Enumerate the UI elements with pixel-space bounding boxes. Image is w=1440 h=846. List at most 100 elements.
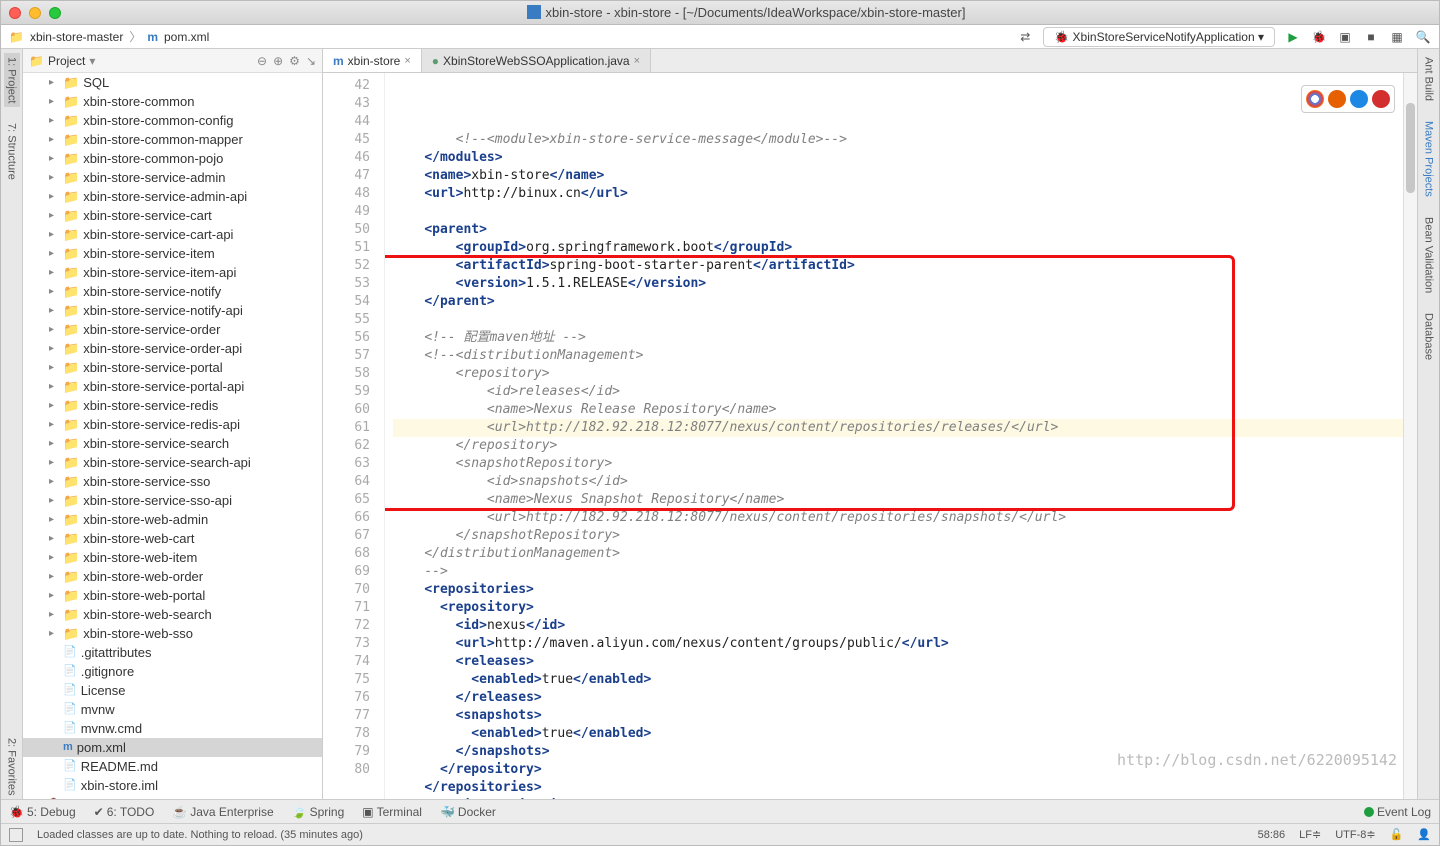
code-line[interactable]: </modules> — [393, 149, 1417, 167]
code-line[interactable]: <pluginRepositories> — [393, 797, 1417, 799]
code-line[interactable]: </snapshotRepository> — [393, 527, 1417, 545]
tool-spring[interactable]: 🍃Spring — [292, 805, 345, 819]
tree-item[interactable]: ▸📁xbin-store-service-notify — [23, 282, 322, 301]
tree-item[interactable]: 📄mvnw — [23, 700, 322, 719]
tree-item[interactable]: ▸📁xbin-store-web-admin — [23, 510, 322, 529]
code-line[interactable]: </releases> — [393, 689, 1417, 707]
tree-item[interactable]: 📄README.md — [23, 757, 322, 776]
select-opened-icon[interactable]: ⊕ — [273, 54, 283, 68]
tree-item[interactable]: ▸📁xbin-store-service-admin — [23, 168, 322, 187]
code-line[interactable]: <name>Nexus Snapshot Repository</name> — [393, 491, 1417, 509]
tree-item[interactable]: mpom.xml — [23, 738, 322, 757]
code-line[interactable] — [393, 311, 1417, 329]
tree-item[interactable]: ▸📁xbin-store-common — [23, 92, 322, 111]
code-line[interactable]: </repositories> — [393, 779, 1417, 797]
close-icon[interactable] — [9, 7, 21, 19]
tree-item[interactable]: 📄xbin-store.iml — [23, 776, 322, 795]
code-line[interactable]: <!--<distributionManagement> — [393, 347, 1417, 365]
tree-item[interactable]: ▸📁xbin-store-common-mapper — [23, 130, 322, 149]
close-icon[interactable]: × — [404, 55, 410, 67]
tree-item[interactable]: ▸📁xbin-store-service-sso — [23, 472, 322, 491]
tree-item[interactable]: ▸📁xbin-store-service-cart-api — [23, 225, 322, 244]
code-line[interactable]: <version>1.5.1.RELEASE</version> — [393, 275, 1417, 293]
minimize-icon[interactable] — [29, 7, 41, 19]
code-line[interactable]: </repository> — [393, 437, 1417, 455]
vertical-scrollbar[interactable] — [1403, 73, 1417, 799]
lock-icon[interactable]: 🔓 — [1390, 828, 1404, 841]
tree-item[interactable]: ▸📁xbin-store-service-redis — [23, 396, 322, 415]
editor-body[interactable]: 4243444546474849505152535455565758596061… — [323, 73, 1417, 799]
code-line[interactable]: <groupId>org.springframework.boot</group… — [393, 239, 1417, 257]
tree-item[interactable]: ▸📁xbin-store-service-portal-api — [23, 377, 322, 396]
tab-pom-xml[interactable]: m xbin-store × — [323, 49, 422, 72]
run-config-dropdown[interactable]: 🐞 XbinStoreServiceNotifyApplication ▾ — [1043, 27, 1275, 47]
tree-item[interactable]: ▸📁xbin-store-web-cart — [23, 529, 322, 548]
run-icon[interactable]: ▶ — [1285, 29, 1301, 45]
tree-item[interactable]: ▸📁xbin-store-service-search-api — [23, 453, 322, 472]
code-line[interactable]: <url>http://182.92.218.12:8077/nexus/con… — [393, 509, 1417, 527]
tree-item[interactable]: ▸📁SQL — [23, 73, 322, 92]
breadcrumb-file[interactable]: pom.xml — [164, 30, 209, 44]
code-line[interactable]: <snapshots> — [393, 707, 1417, 725]
code-line[interactable]: </parent> — [393, 293, 1417, 311]
tool-bean-validation[interactable]: Bean Validation — [1421, 213, 1437, 297]
stop-icon[interactable]: ■ — [1363, 29, 1379, 45]
maximize-icon[interactable] — [49, 7, 61, 19]
tree-item[interactable]: 📄mvnw.cmd — [23, 719, 322, 738]
tree-item[interactable]: ▸📁xbin-store-service-order — [23, 320, 322, 339]
code-line[interactable]: <enabled>true</enabled> — [393, 671, 1417, 689]
firefox-icon[interactable] — [1328, 90, 1346, 108]
search-icon[interactable]: 🔍 — [1415, 29, 1431, 45]
tree-item[interactable]: ▸📁xbin-store-service-order-api — [23, 339, 322, 358]
tool-ant-build[interactable]: Ant Build — [1421, 53, 1437, 105]
code-line[interactable]: <repositories> — [393, 581, 1417, 599]
tree-item[interactable]: ▸📁xbin-store-service-cart — [23, 206, 322, 225]
file-encoding[interactable]: UTF-8≑ — [1335, 828, 1375, 841]
event-log[interactable]: Event Log — [1364, 805, 1431, 819]
close-icon[interactable]: × — [634, 55, 640, 67]
tool-java-ee[interactable]: ☕Java Enterprise — [172, 805, 273, 819]
code-line[interactable]: <enabled>true</enabled> — [393, 725, 1417, 743]
tool-structure[interactable]: 7: Structure — [4, 119, 20, 184]
sync-icon[interactable]: ⇄ — [1017, 29, 1033, 45]
breadcrumb-root[interactable]: xbin-store-master — [30, 30, 123, 44]
code-line[interactable]: <parent> — [393, 221, 1417, 239]
debug-icon[interactable]: 🐞 — [1311, 29, 1327, 45]
line-ending[interactable]: LF≑ — [1299, 828, 1321, 841]
structure-icon[interactable]: ▦ — [1389, 29, 1405, 45]
tool-terminal[interactable]: ▣Terminal — [362, 805, 422, 819]
code-line[interactable]: <artifactId>spring-boot-starter-parent</… — [393, 257, 1417, 275]
code-line[interactable]: <!-- 配置maven地址 --> — [393, 329, 1417, 347]
tool-debug[interactable]: 🐞5: Debug — [9, 805, 76, 819]
code-line[interactable]: </distributionManagement> — [393, 545, 1417, 563]
tree-item[interactable]: ▸📁xbin-store-service-notify-api — [23, 301, 322, 320]
coverage-icon[interactable]: ▣ — [1337, 29, 1353, 45]
tree-item[interactable]: 📄.gitignore — [23, 662, 322, 681]
tree-item[interactable]: ▸📁xbin-store-service-search — [23, 434, 322, 453]
opera-icon[interactable] — [1372, 90, 1390, 108]
code-line[interactable]: <repository> — [393, 599, 1417, 617]
code-line[interactable]: <id>nexus</id> — [393, 617, 1417, 635]
code-line[interactable]: <snapshotRepository> — [393, 455, 1417, 473]
code-line[interactable]: </snapshots> — [393, 743, 1417, 761]
tree-item[interactable]: ▸📁xbin-store-common-pojo — [23, 149, 322, 168]
tool-docker[interactable]: 🐳Docker — [440, 805, 496, 819]
tree-item[interactable]: ▸📁xbin-store-web-search — [23, 605, 322, 624]
code-content[interactable]: <!--<module>xbin-store-service-message</… — [385, 73, 1417, 799]
code-line[interactable]: --> — [393, 563, 1417, 581]
tree-item[interactable]: 📄License — [23, 681, 322, 700]
tree-item[interactable]: ▸📁xbin-store-service-item — [23, 244, 322, 263]
cursor-position[interactable]: 58:86 — [1258, 829, 1286, 841]
tab-sso-app[interactable]: ● XbinStoreWebSSOApplication.java × — [422, 49, 651, 72]
code-line[interactable]: </repository> — [393, 761, 1417, 779]
code-line[interactable]: <name>Nexus Release Repository</name> — [393, 401, 1417, 419]
tree-item[interactable]: ▸📁xbin-store-service-admin-api — [23, 187, 322, 206]
code-line[interactable] — [393, 203, 1417, 221]
code-line[interactable]: <name>xbin-store</name> — [393, 167, 1417, 185]
tool-database[interactable]: Database — [1421, 309, 1437, 364]
tree-item[interactable]: ▸📁xbin-store-service-redis-api — [23, 415, 322, 434]
tree-item[interactable]: ▸📁xbin-store-service-portal — [23, 358, 322, 377]
tree-item[interactable]: 📄.gitattributes — [23, 643, 322, 662]
code-line[interactable]: <url>http://binux.cn</url> — [393, 185, 1417, 203]
tree-item[interactable]: ▸📁xbin-store-common-config — [23, 111, 322, 130]
